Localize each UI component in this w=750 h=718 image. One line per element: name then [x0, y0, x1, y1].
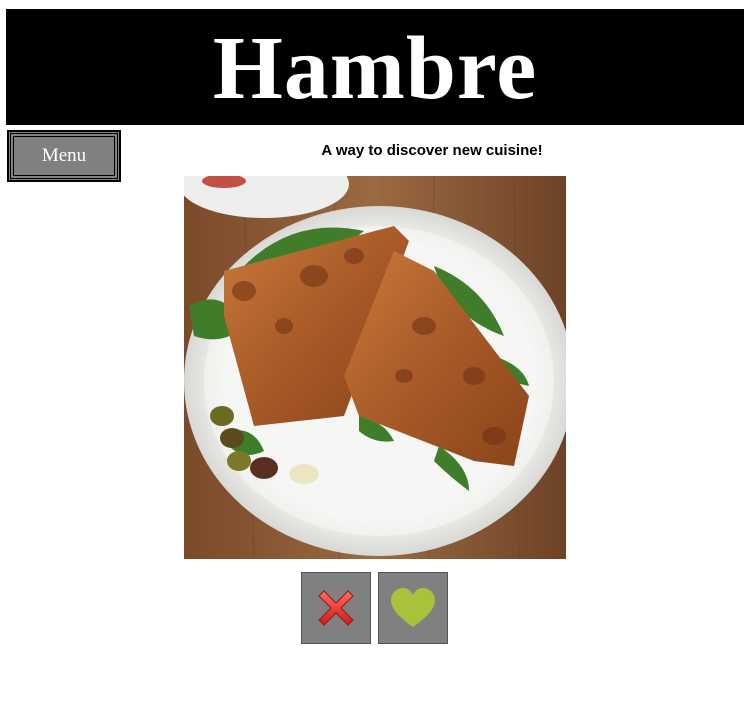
menu-button-label: Menu [41, 145, 87, 166]
food-photo [184, 176, 566, 559]
food-photo-illustration [184, 176, 566, 559]
tagline: A way to discover new cuisine! [321, 142, 543, 159]
heart-icon [391, 588, 435, 627]
menu-button[interactable]: Menu [7, 130, 121, 182]
dislike-button[interactable] [301, 572, 371, 644]
site-header: Hambre [6, 9, 744, 125]
like-button[interactable] [378, 572, 448, 644]
x-icon [318, 590, 354, 626]
site-title: Hambre [212, 19, 538, 118]
